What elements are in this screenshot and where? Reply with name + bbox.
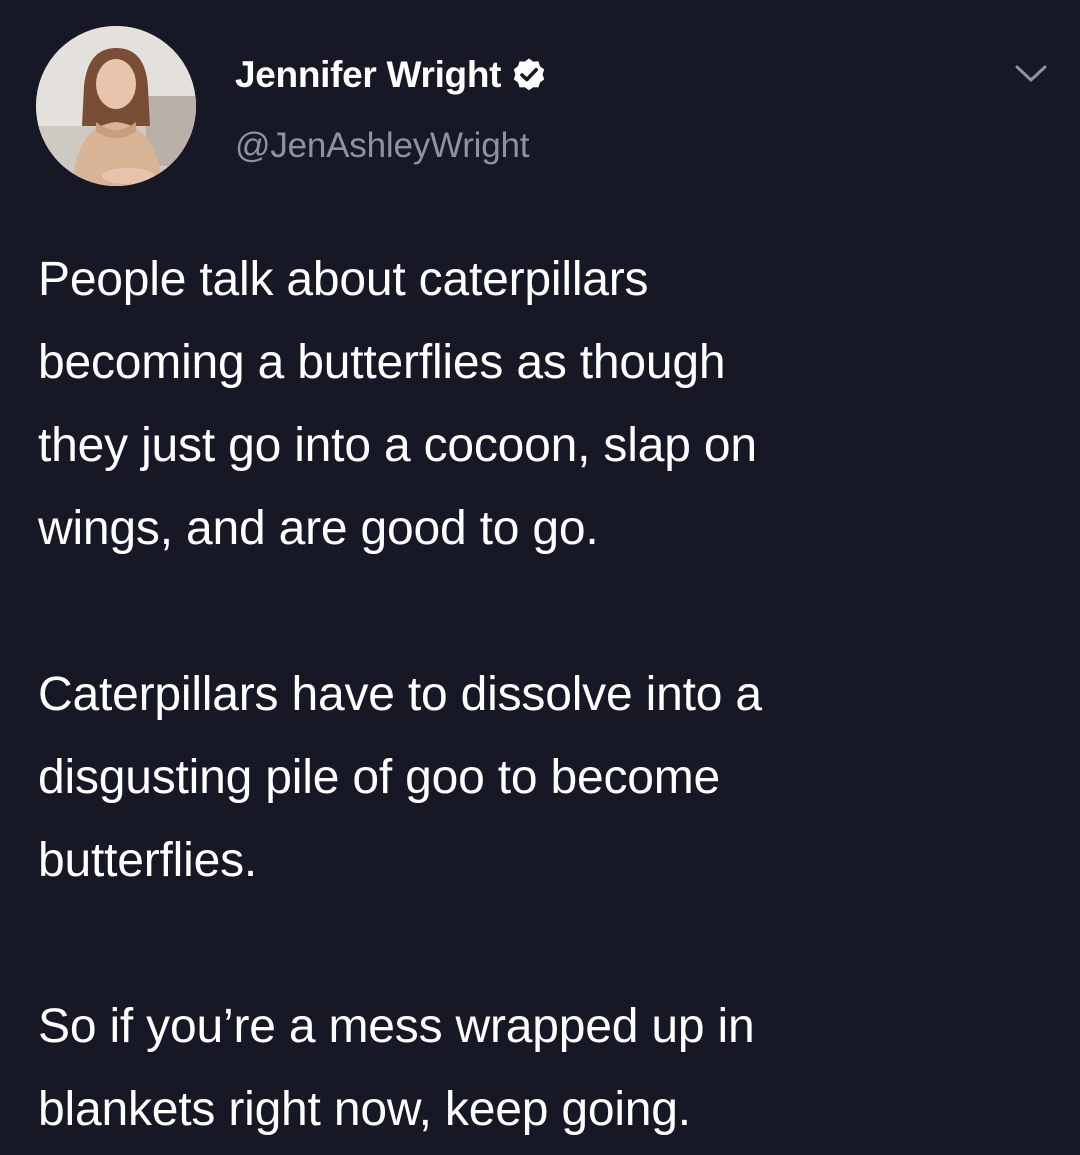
- tweet-paragraph: Caterpillars have to dissolve into a dis…: [38, 668, 762, 887]
- tweet-card: Jennifer Wright @JenAshleyWright People …: [0, 0, 1080, 1155]
- profile-photo: [36, 26, 196, 186]
- tweet-paragraph: So if you’re a mess wrapped up in blanke…: [38, 1000, 755, 1136]
- avatar[interactable]: [36, 26, 196, 186]
- author-row: Jennifer Wright: [235, 52, 547, 98]
- tweet-paragraph: People talk about caterpillars becoming …: [38, 253, 757, 555]
- chevron-down-icon: [1015, 65, 1047, 82]
- more-options-button[interactable]: [1008, 58, 1054, 88]
- tweet-text: People talk about caterpillars becoming …: [38, 238, 1058, 1151]
- display-name[interactable]: Jennifer Wright: [235, 54, 501, 96]
- verified-badge-icon: [511, 57, 547, 93]
- author-handle[interactable]: @JenAshleyWright: [235, 126, 530, 166]
